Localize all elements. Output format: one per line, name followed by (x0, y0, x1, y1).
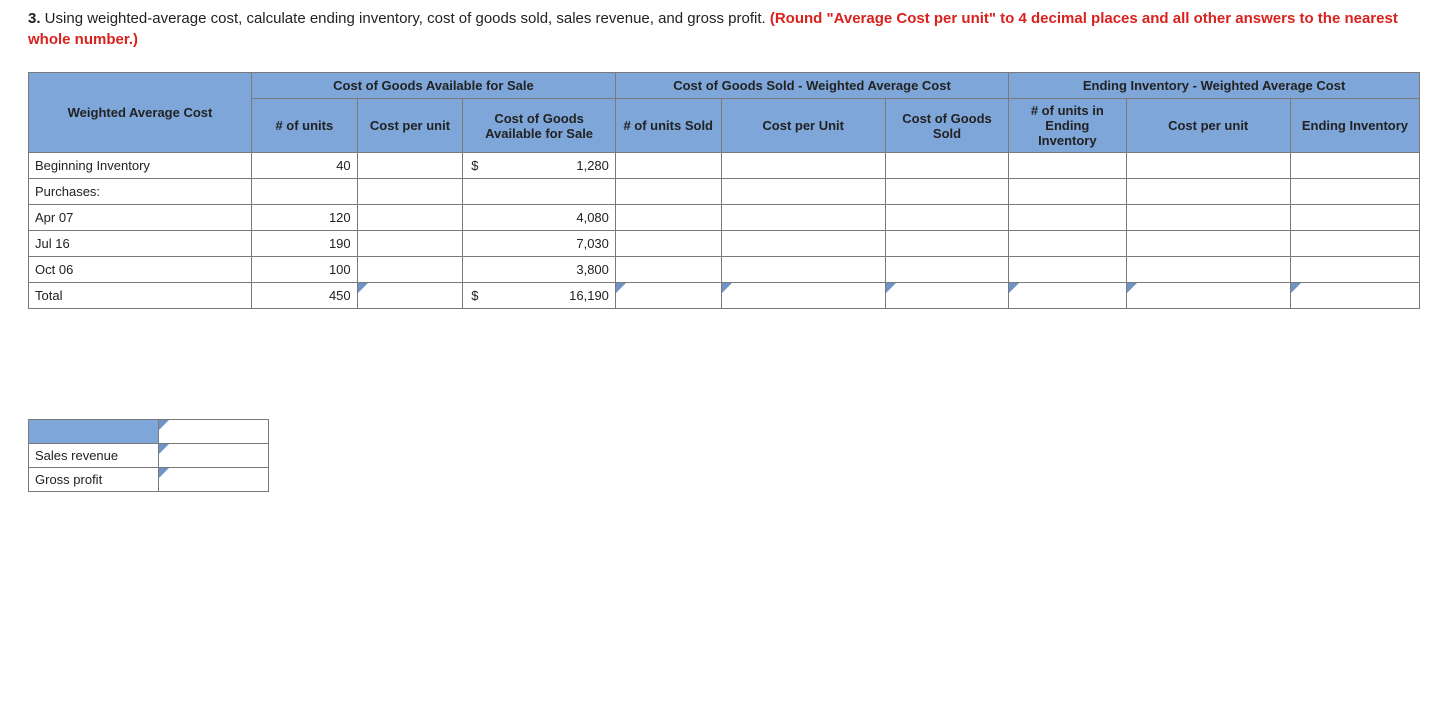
cell-units-sold[interactable] (615, 153, 721, 179)
cell-units-sold[interactable] (615, 283, 721, 309)
header-cogs: Cost of Goods Sold (885, 99, 1008, 153)
row-beginning: Beginning Inventory 40 $1,280 (29, 153, 1420, 179)
row-oct06: Oct 06 100 3,800 (29, 257, 1420, 283)
cell-label: Jul 16 (29, 231, 252, 257)
cell-cogas[interactable]: 3,800 (463, 257, 616, 283)
header-group-2: Cost of Goods Sold - Weighted Average Co… (615, 73, 1008, 99)
cell-cpu[interactable] (357, 283, 463, 309)
cell-label: Oct 06 (29, 257, 252, 283)
summary-sales-value[interactable] (159, 444, 269, 468)
cell-cogas[interactable]: $16,190 (463, 283, 616, 309)
header-cogas: Cost of Goods Available for Sale (463, 99, 616, 153)
cell-units-end[interactable] (1009, 283, 1126, 309)
cell-ending[interactable] (1290, 153, 1419, 179)
summary-gross-label: Gross profit (29, 468, 159, 492)
cell-ending[interactable] (1290, 283, 1419, 309)
summary-gross-value[interactable] (159, 468, 269, 492)
summary-header-blank (29, 420, 159, 444)
header-ending-inv: Ending Inventory (1290, 99, 1419, 153)
weighted-average-table: Weighted Average Cost Cost of Goods Avai… (28, 72, 1420, 309)
summary-table: Sales revenue Gross profit (28, 419, 269, 492)
cell-cogas[interactable]: $1,280 (463, 153, 616, 179)
row-apr07: Apr 07 120 4,080 (29, 205, 1420, 231)
cell-units-end[interactable] (1009, 153, 1126, 179)
cell-cpu-sold[interactable] (721, 283, 885, 309)
header-units-sold: # of units Sold (615, 99, 721, 153)
summary-sales-label: Sales revenue (29, 444, 159, 468)
header-units: # of units (252, 99, 358, 153)
question-text: 3. Using weighted-average cost, calculat… (28, 8, 1420, 50)
cell-cpu-end[interactable] (1126, 283, 1290, 309)
cell-label: Apr 07 (29, 205, 252, 231)
header-group-3: Ending Inventory - Weighted Average Cost (1009, 73, 1420, 99)
cell-label: Purchases: (29, 179, 252, 205)
cell-units[interactable]: 120 (252, 205, 358, 231)
cell-units[interactable]: 100 (252, 257, 358, 283)
header-cost-per-unit: Cost per unit (357, 99, 463, 153)
cell-label: Total (29, 283, 252, 309)
row-purchases: Purchases: (29, 179, 1420, 205)
row-total: Total 450 $16,190 (29, 283, 1420, 309)
row-jul16: Jul 16 190 7,030 (29, 231, 1420, 257)
question-body: Using weighted-average cost, calculate e… (41, 10, 770, 27)
header-cost-per-unit-3: Cost per unit (1126, 99, 1290, 153)
cell-cogs[interactable] (885, 153, 1008, 179)
cell-cogas[interactable]: 7,030 (463, 231, 616, 257)
header-rowhead: Weighted Average Cost (29, 73, 252, 153)
cell-cpu-sold[interactable] (721, 153, 885, 179)
cell-units[interactable]: 190 (252, 231, 358, 257)
header-units-ending: # of units in Ending Inventory (1009, 99, 1126, 153)
summary-entry-top[interactable] (159, 420, 269, 444)
cell-units[interactable]: 40 (252, 153, 358, 179)
cell-cogas[interactable]: 4,080 (463, 205, 616, 231)
header-cost-per-unit-2: Cost per Unit (721, 99, 885, 153)
cell-cpu-end[interactable] (1126, 153, 1290, 179)
cell-cogs[interactable] (885, 283, 1008, 309)
cell-units[interactable]: 450 (252, 283, 358, 309)
cell-label: Beginning Inventory (29, 153, 252, 179)
cell-cpu[interactable] (357, 153, 463, 179)
header-group-1: Cost of Goods Available for Sale (252, 73, 616, 99)
question-number: 3. (28, 10, 41, 27)
